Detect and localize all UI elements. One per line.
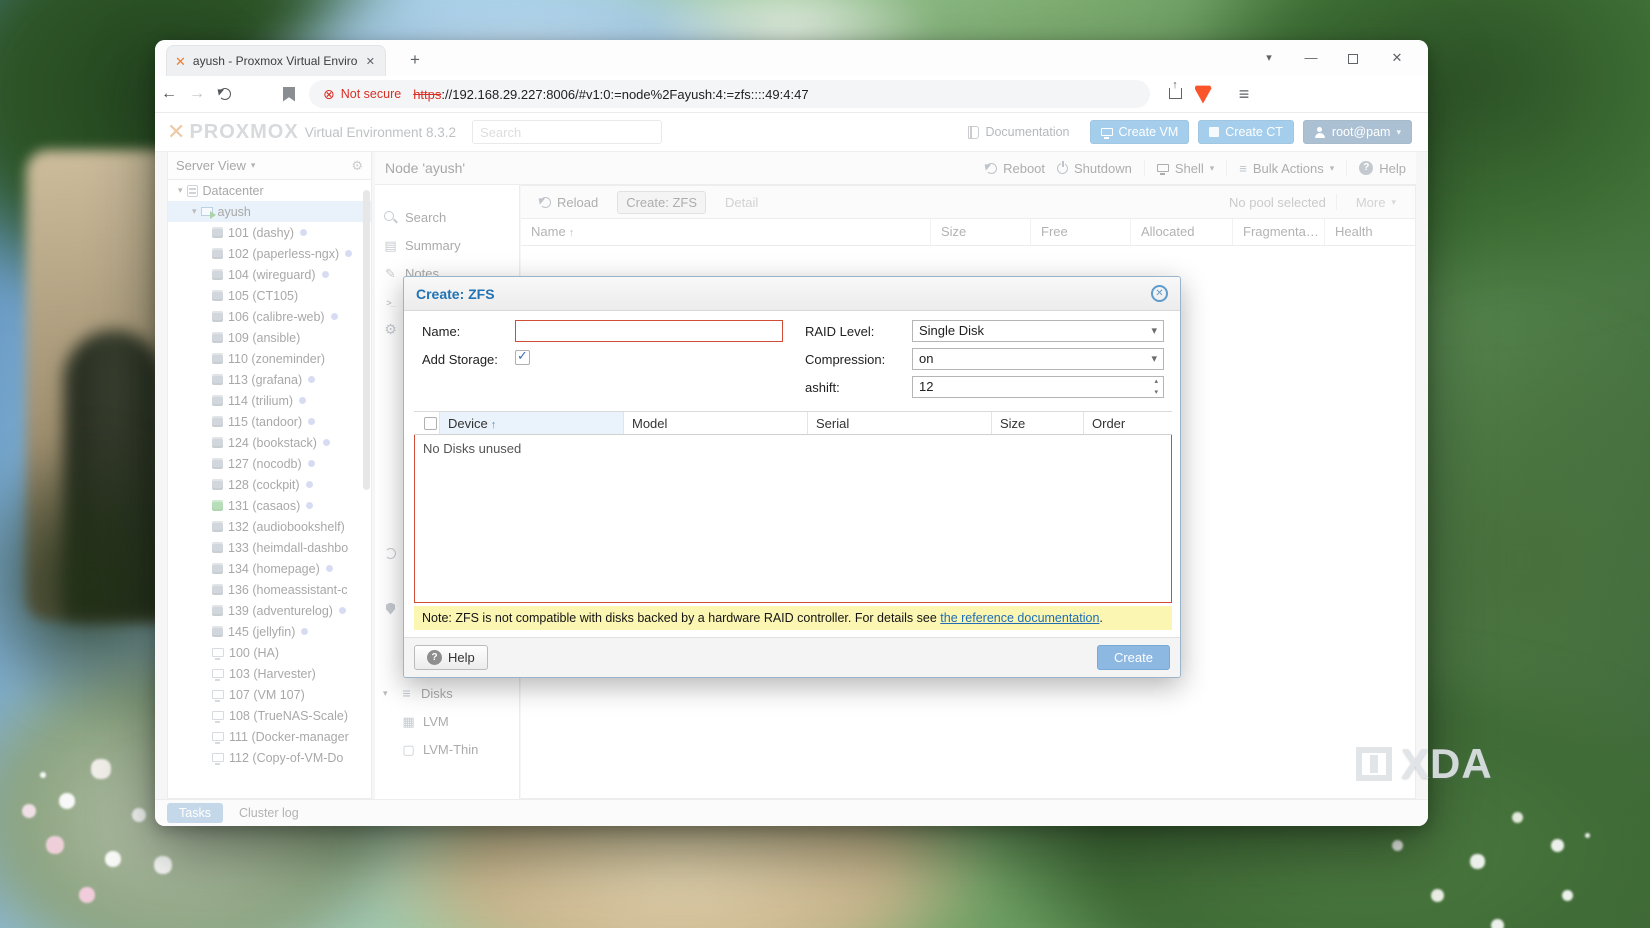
url-rest: ://192.168.29.227:8006/#v1:0:=node%2Fayu… [441, 87, 808, 102]
brave-shield-icon [1195, 85, 1212, 104]
browser-menu-button[interactable]: ≡ [1224, 84, 1264, 105]
dialog-header[interactable]: Create: ZFS ✕ [404, 277, 1180, 311]
reload-icon [219, 88, 231, 100]
add-storage-label: Add Storage: [422, 352, 498, 367]
back-button[interactable]: ← [155, 85, 183, 103]
xda-logo-icon [1356, 747, 1392, 781]
new-tab-button[interactable]: + [403, 48, 427, 72]
proxmox-favicon-icon: ✕ [175, 55, 186, 68]
minimize-button[interactable]: — [1298, 46, 1324, 70]
empty-grid-text: No Disks unused [423, 441, 521, 456]
xda-watermark: XDA [1356, 740, 1493, 788]
brave-shield-button[interactable] [1188, 85, 1218, 104]
raid-level-label: RAID Level: [805, 324, 874, 339]
tab-search-icon[interactable]: ▾ [1256, 46, 1282, 70]
reload-button[interactable] [211, 85, 239, 103]
reference-documentation-link[interactable]: the reference documentation [940, 611, 1099, 625]
url-scheme: https [413, 87, 441, 102]
compression-label: Compression: [805, 352, 885, 367]
share-icon [1169, 88, 1182, 99]
browser-window: ✕ ayush - Proxmox Virtual Environ ✕ + ▾ … [155, 40, 1428, 826]
maximize-icon [1348, 54, 1358, 64]
wallpaper-flowers [40, 772, 46, 778]
xda-logo-text: XDA [1401, 740, 1493, 788]
disk-column-header[interactable]: Model [624, 412, 808, 434]
zfs-name-input[interactable] [515, 320, 783, 342]
desktop: ✕ ayush - Proxmox Virtual Environ ✕ + ▾ … [0, 0, 1650, 928]
disk-column-header[interactable]: Serial [808, 412, 992, 434]
dialog-close-icon[interactable]: ✕ [1151, 285, 1168, 302]
tab-strip: ✕ ayush - Proxmox Virtual Environ ✕ + ▾ … [155, 40, 1428, 76]
dialog-title: Create: ZFS [416, 286, 495, 302]
disk-grid: Device Model Serial Size Order No Disks … [414, 411, 1172, 603]
dialog-help-button[interactable]: ?Help [414, 645, 488, 670]
maximize-button[interactable] [1340, 46, 1366, 70]
disk-column-header[interactable]: Order [1084, 412, 1172, 434]
raid-level-select[interactable]: Single Disk [912, 320, 1164, 342]
proxmox-app: ✕ PROXMOX Virtual Environment 8.3.2 Docu… [155, 113, 1428, 826]
disk-grid-body: No Disks unused [414, 435, 1172, 603]
not-secure-icon: ⊗ [323, 86, 335, 103]
add-storage-checkbox[interactable] [515, 350, 530, 365]
name-label: Name: [422, 324, 460, 339]
address-bar[interactable]: ⊗ Not secure https://192.168.29.227:8006… [309, 80, 1150, 108]
dialog-create-button[interactable]: Create [1097, 645, 1170, 670]
wallpaper-arch-shadow [64, 330, 164, 620]
bookmark-icon[interactable] [283, 87, 295, 102]
browser-toolbar: ← → ⊗ Not secure https://192.168.29.227:… [155, 76, 1428, 113]
ashift-spinner[interactable]: 12 [912, 376, 1164, 398]
url-text[interactable]: https://192.168.29.227:8006/#v1:0:=node%… [413, 87, 808, 102]
disk-grid-header: Device Model Serial Size Order [414, 411, 1172, 435]
compression-select[interactable]: on [912, 348, 1164, 370]
disk-column-header[interactable]: Device [440, 412, 624, 434]
browser-tab[interactable]: ✕ ayush - Proxmox Virtual Environ ✕ [166, 45, 386, 76]
forward-button[interactable]: → [183, 85, 211, 103]
not-secure-label[interactable]: Not secure [341, 87, 401, 101]
ashift-label: ashift: [805, 380, 840, 395]
share-button[interactable] [1162, 85, 1188, 103]
xda-logo-bar [1370, 755, 1378, 773]
close-window-button[interactable]: ✕ [1384, 46, 1410, 70]
disk-column-header[interactable]: Size [992, 412, 1084, 434]
tab-close-icon[interactable]: ✕ [364, 55, 377, 68]
select-all-cell[interactable] [414, 412, 440, 434]
wallpaper-flowers [1585, 833, 1590, 838]
dialog-footer: ?Help Create [404, 637, 1180, 677]
zfs-note-bar: Note: ZFS is not compatible with disks b… [414, 606, 1172, 630]
tab-title: ayush - Proxmox Virtual Environ [193, 54, 357, 68]
create-zfs-dialog: Create: ZFS ✕ Name: Add Storage: RAID Le… [403, 276, 1181, 678]
select-all-checkbox[interactable] [424, 417, 437, 430]
help-icon: ? [427, 650, 442, 665]
